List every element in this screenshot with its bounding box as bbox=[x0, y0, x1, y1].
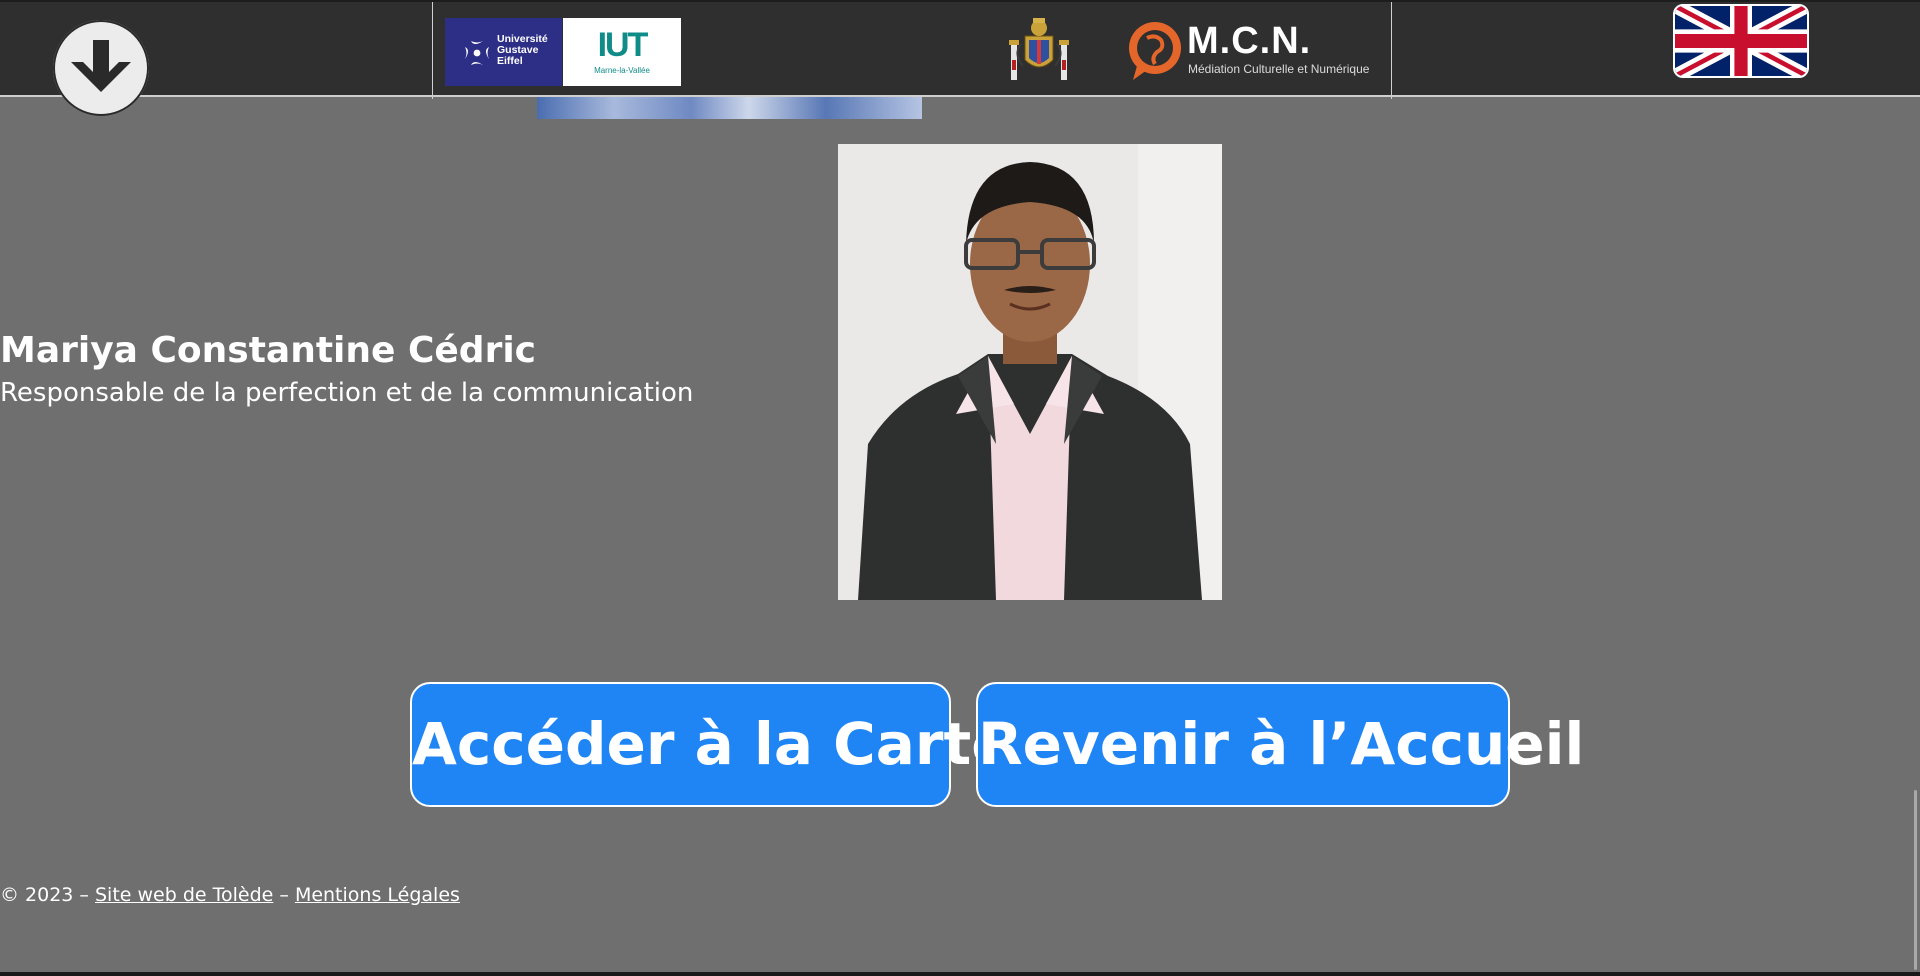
iut-logo-name: IUT bbox=[597, 26, 649, 64]
footer-separator: – bbox=[273, 884, 295, 906]
access-map-button[interactable]: Accéder à la Carte bbox=[410, 682, 1011, 807]
mcn-logo[interactable]: M.C.N. Médiation Culturelle et Numérique bbox=[1125, 18, 1369, 82]
mcn-logo-subtitle: Médiation Culturelle et Numérique bbox=[1188, 62, 1370, 76]
header-divider bbox=[432, 2, 433, 99]
portrait-image bbox=[838, 144, 1222, 600]
hero-image-strip bbox=[537, 97, 922, 119]
back-home-button[interactable]: Revenir à l’Accueil bbox=[976, 682, 1584, 807]
uge-star-icon bbox=[465, 41, 489, 65]
uk-flag-icon bbox=[1675, 6, 1807, 76]
iut-logo-location: Marne-la-Vallée bbox=[594, 66, 650, 75]
uge-line-3: Eiffel bbox=[497, 55, 523, 67]
footer-site-link[interactable]: Site web de Tolède bbox=[95, 884, 273, 906]
page-viewport: Université Gustave Eiffel IUT Marne-la-V… bbox=[0, 0, 1920, 976]
iut-logo[interactable]: IUT Marne-la-Vallée bbox=[563, 18, 681, 86]
footer-copyright: © 2023 – bbox=[0, 884, 95, 906]
uge-logo[interactable]: Université Gustave Eiffel bbox=[445, 18, 562, 86]
bottom-border bbox=[0, 972, 1920, 976]
arrow-down-icon bbox=[71, 40, 131, 92]
team-member-name: Mariya Constantine Cédric bbox=[0, 330, 537, 371]
site-footer: © 2023 – Site web de Tolède – Mentions L… bbox=[0, 884, 460, 906]
scroll-down-button[interactable] bbox=[53, 20, 149, 116]
language-switch-button[interactable] bbox=[1673, 4, 1809, 78]
header-divider bbox=[1391, 2, 1392, 99]
uge-logo-text: Université Gustave Eiffel bbox=[497, 34, 548, 67]
team-member-photo bbox=[838, 144, 1222, 600]
scrollbar-thumb[interactable] bbox=[1914, 790, 1917, 970]
toledo-coat-of-arms-icon[interactable] bbox=[1003, 14, 1075, 88]
footer-legal-link[interactable]: Mentions Légales bbox=[295, 884, 460, 906]
site-header: Université Gustave Eiffel IUT Marne-la-V… bbox=[0, 0, 1920, 99]
speech-globe-icon bbox=[1129, 22, 1181, 80]
team-member-role: Responsable de la perfection et de la co… bbox=[0, 378, 694, 408]
mcn-logo-title: M.C.N. bbox=[1187, 20, 1312, 62]
